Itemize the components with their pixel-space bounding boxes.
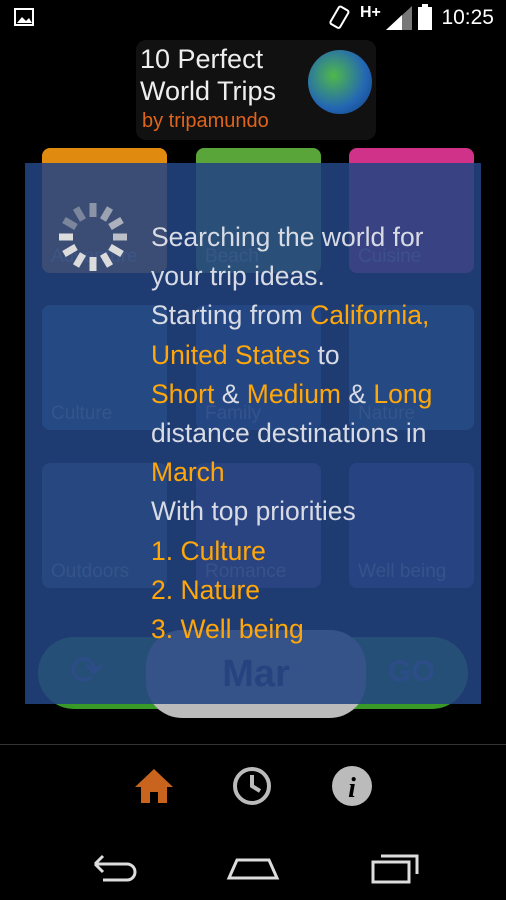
info-icon[interactable]: i xyxy=(331,765,373,807)
starting-from-label: Starting from xyxy=(151,300,311,331)
status-bar: H+ 10:25 xyxy=(0,0,506,36)
divider xyxy=(0,744,506,745)
home-icon[interactable] xyxy=(133,765,175,807)
app-logo: 10 Perfect World Trips by tripamundo xyxy=(136,40,376,140)
back-icon[interactable] xyxy=(83,850,143,886)
loading-spinner-icon xyxy=(59,203,127,271)
network-type: H+ xyxy=(360,4,381,21)
signal-icon xyxy=(386,6,412,30)
battery-icon xyxy=(418,4,432,30)
distance-label: distance destinations in xyxy=(151,418,427,449)
to-label: to xyxy=(310,339,340,370)
image-icon xyxy=(14,8,34,26)
priority-item: 2. Nature xyxy=(151,574,261,605)
vibrate-icon xyxy=(329,5,350,29)
logo-line2: World Trips xyxy=(140,76,277,106)
logo-line1: 10 Perfect xyxy=(140,44,264,74)
home-button-icon[interactable] xyxy=(223,850,283,886)
search-message: Searching the world for your trip ideas.… xyxy=(151,218,471,649)
distance-medium: Medium xyxy=(246,378,342,409)
amp: & xyxy=(341,378,374,409)
distance-long: Long xyxy=(373,378,433,409)
travel-month: March xyxy=(151,457,225,488)
distance-line: Short & Medium & Long xyxy=(151,375,471,414)
priority-item: 3. Well being xyxy=(151,614,304,645)
logo-line3: by tripamundo xyxy=(142,110,269,132)
priority-item: 1. Culture xyxy=(151,535,266,566)
distance-short: Short xyxy=(151,378,215,409)
recent-apps-icon[interactable] xyxy=(365,850,425,886)
history-icon[interactable] xyxy=(231,765,273,807)
origin-line: Starting from California, United States … xyxy=(151,296,471,374)
clock: 10:25 xyxy=(441,6,494,29)
priorities-label: With top priorities xyxy=(151,496,356,527)
search-intro: Searching the world for your trip ideas. xyxy=(151,222,424,292)
globe-icon xyxy=(308,50,372,114)
amp: & xyxy=(214,378,247,409)
svg-text:i: i xyxy=(348,773,356,804)
